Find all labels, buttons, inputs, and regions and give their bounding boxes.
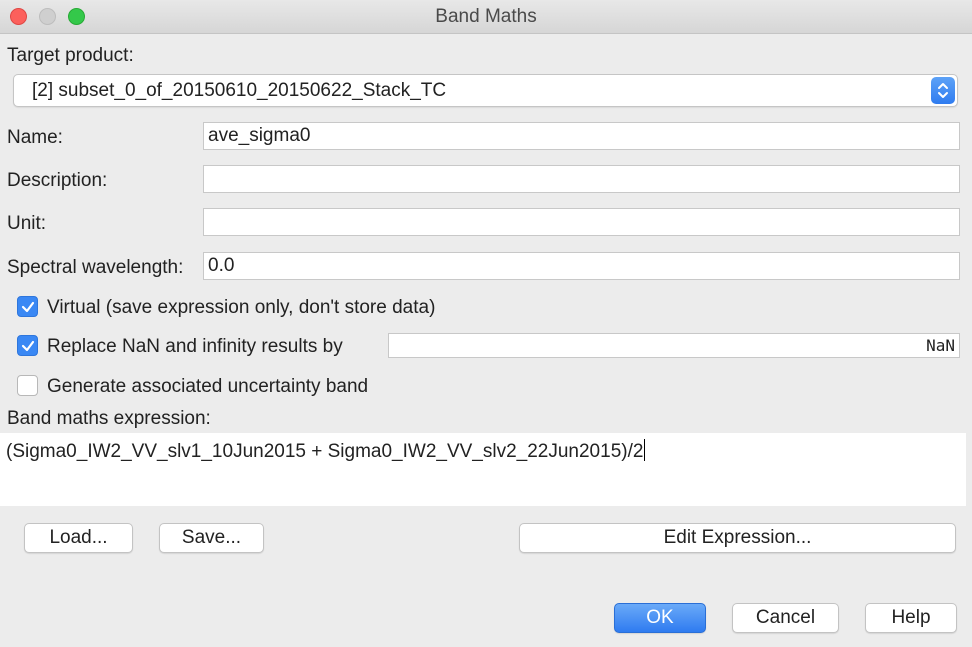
target-product-value: [2] subset_0_of_20150610_20150622_Stack_…: [32, 80, 447, 101]
unit-input[interactable]: [203, 208, 960, 236]
replace-nan-label: Replace NaN and infinity results by: [47, 336, 343, 357]
text-caret: [644, 439, 646, 461]
window-title: Band Maths: [435, 6, 537, 27]
name-label: Name:: [7, 127, 63, 148]
checkmark-icon: [21, 340, 35, 352]
replace-nan-value-input[interactable]: NaN: [388, 333, 960, 358]
spectral-wavelength-label: Spectral wavelength:: [7, 257, 184, 278]
spectral-wavelength-input[interactable]: 0.0: [203, 252, 960, 280]
uncertainty-checkbox[interactable]: [17, 375, 38, 396]
updown-chevron-icon: [931, 77, 955, 104]
title-bar: Band Maths: [0, 0, 972, 34]
expression-label: Band maths expression:: [7, 408, 211, 429]
save-button[interactable]: Save...: [159, 523, 264, 553]
load-button[interactable]: Load...: [24, 523, 133, 553]
unit-label: Unit:: [7, 213, 47, 234]
virtual-label: Virtual (save expression only, don't sto…: [47, 297, 436, 318]
expression-text: (Sigma0_IW2_VV_slv1_10Jun2015 + Sigma0_I…: [6, 441, 644, 462]
virtual-checkbox[interactable]: [17, 296, 38, 317]
checkmark-icon: [21, 301, 35, 313]
target-product-label: Target product:: [7, 45, 134, 66]
expression-textarea[interactable]: (Sigma0_IW2_VV_slv1_10Jun2015 + Sigma0_I…: [0, 433, 966, 506]
description-label: Description:: [7, 170, 108, 191]
target-product-select[interactable]: [2] subset_0_of_20150610_20150622_Stack_…: [13, 74, 958, 107]
uncertainty-label: Generate associated uncertainty band: [47, 376, 369, 397]
description-input[interactable]: [203, 165, 960, 193]
replace-nan-value: NaN: [926, 336, 955, 355]
edit-expression-button[interactable]: Edit Expression...: [519, 523, 956, 553]
name-input[interactable]: ave_sigma0: [203, 122, 960, 150]
ok-button[interactable]: OK: [614, 603, 706, 633]
cancel-button[interactable]: Cancel: [732, 603, 839, 633]
help-button[interactable]: Help: [865, 603, 957, 633]
replace-nan-checkbox[interactable]: [17, 335, 38, 356]
band-maths-dialog: Band Maths Target product: [2] subset_0_…: [0, 0, 972, 647]
